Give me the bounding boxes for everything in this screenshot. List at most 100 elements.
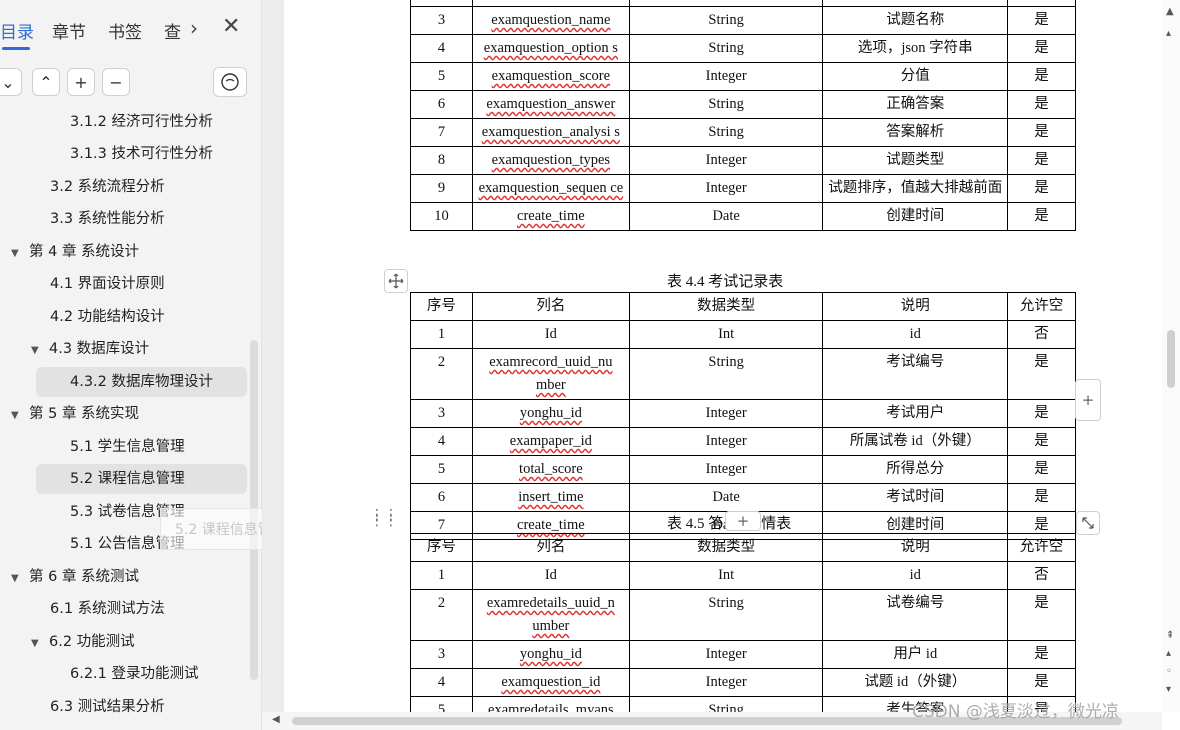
scrollbar-thumb[interactable] — [1167, 330, 1175, 388]
tab-search[interactable]: 查 — [164, 18, 181, 43]
scroll-left-icon[interactable]: ◀ — [272, 714, 280, 725]
toc-item-label: 3.1.2 经济可行性分析 — [70, 114, 214, 130]
minus-icon: − — [109, 72, 123, 92]
page-margin — [262, 0, 284, 712]
sidebar-tabs: 目录 章节 书签 查 › ✕ — [0, 8, 261, 50]
scroll-up-icon[interactable]: ▲ — [1166, 6, 1174, 17]
toc-item-label: 6.2.1 登录功能测试 — [70, 666, 199, 682]
toc-item[interactable]: 3.1.2 经济可行性分析 — [70, 107, 213, 137]
toc-item[interactable]: 6.3 测试结果分析 — [50, 692, 165, 722]
table-row: 3 yonghu_id Integer 用户 id 是 — [410, 640, 1076, 669]
toc-item-label: 第 4 章 系统设计 — [29, 244, 140, 260]
table-caption: 表 4.4 考试记录表 — [667, 274, 784, 290]
expand-arrow-icon[interactable]: ▼ — [11, 564, 29, 594]
toc-item-label: 6.2 功能测试 — [49, 634, 135, 650]
plus-icon: + — [1081, 391, 1095, 409]
document-view: 3 examquestion_name String 试题名称是 4 examquest… — [262, 0, 1180, 712]
table-header-row: 序号 列名 数据类型 说明 允许空 — [410, 533, 1076, 562]
watermark-text: CSDN @浅夏淡过，微光凉 — [912, 702, 1119, 722]
collapse-all-button[interactable]: ⌄ — [0, 68, 22, 96]
toc-item[interactable]: 3.1.3 技术可行性分析 — [70, 139, 213, 169]
toc-item[interactable]: ▼ 4.3 数据库设计 — [31, 334, 149, 364]
face-icon — [221, 73, 239, 91]
vertical-scrollbar[interactable]: ▲ ▴ ⇞ ▴ ◦ ▾ — [1162, 0, 1180, 712]
toc-settings-button[interactable] — [213, 67, 247, 97]
table-row: 2 examrecord_uuid_nu mber String 考试编号是 — [410, 348, 1076, 400]
toc-item[interactable]: 6.2.1 登录功能测试 — [70, 659, 199, 689]
toc-item[interactable]: ▼ 第 4 章 系统设计 — [11, 237, 139, 267]
expand-arrow-icon[interactable]: ▼ — [11, 401, 29, 431]
page-next-icon[interactable]: ▾ — [1166, 684, 1171, 695]
table-move-handle[interactable] — [384, 269, 408, 293]
table-row: 5 examquestion_score Integer 分值是 — [410, 62, 1076, 91]
toc-item-label: 5.2 课程信息管理 — [70, 471, 185, 487]
toc-item-label: 3.3 系统性能分析 — [50, 211, 165, 227]
toc-sidebar: 目录 章节 书签 查 › ✕ ⌄ ⌃ + − 3.1.2 经济可行性分析 3.1… — [0, 0, 262, 730]
table-row: 3 yonghu_id Integer 考试用户是 — [410, 399, 1076, 428]
table-row: 7 examquestion_analysi s String 答案解析是 — [410, 118, 1076, 147]
toc-item[interactable]: ▼ 第 5 章 系统实现 — [11, 399, 139, 429]
toc-item-label: 3.2 系统流程分析 — [50, 179, 165, 195]
table-row: 6 examquestion_answer String 正确答案是 — [410, 90, 1076, 119]
toc-item-label: 5.1 学生信息管理 — [70, 439, 185, 455]
table-resize-handle[interactable] — [1076, 511, 1100, 535]
tab-toc[interactable]: 目录 — [0, 18, 34, 43]
plus-icon: + — [736, 512, 750, 530]
add-column-button[interactable]: + — [1075, 379, 1101, 421]
toc-item[interactable]: 4.2 功能结构设计 — [50, 302, 165, 332]
table-row: 4 exampaper_id Integer 所属试卷 id（外键）是 — [410, 427, 1076, 456]
tab-bookmarks[interactable]: 书签 — [108, 18, 142, 43]
toc-item[interactable]: 3.3 系统性能分析 — [50, 204, 165, 234]
toc-item-label: 4.3 数据库设计 — [49, 341, 150, 357]
toc-item[interactable]: 3.2 系统流程分析 — [50, 172, 165, 202]
toc-item-label: 4.1 界面设计原则 — [50, 276, 165, 292]
table-header-row: 序号 列名 数据类型 说明 允许空 — [410, 292, 1076, 321]
add-row-button[interactable]: + — [725, 511, 761, 531]
add-entry-button[interactable]: + — [67, 68, 95, 96]
page-up-icon[interactable]: ▴ — [1166, 28, 1171, 39]
page-current-icon[interactable]: ◦ — [1166, 666, 1172, 677]
table-exam-details: 序号 列名 数据类型 说明 允许空 1 Id Int id 否 2 examredetails_u… — [410, 533, 1076, 712]
table-row: 5 total_score Integer 所得总分是 — [410, 455, 1076, 484]
toc-item[interactable]: 4.1 界面设计原则 — [50, 269, 165, 299]
plus-icon: + — [74, 72, 88, 92]
toc-item-label: 6.1 系统测试方法 — [50, 601, 165, 617]
tab-chapters[interactable]: 章节 — [52, 18, 86, 43]
table-row: 1 Id Int id 否 — [410, 320, 1076, 349]
drag-handle-icon[interactable]: ⋮⋮ ⋮⋮ — [370, 508, 398, 528]
table-caption-left: 表 4.5 答 — [667, 516, 724, 532]
toc-item-label: 3.1.3 技术可行性分析 — [70, 146, 214, 162]
toc-item-label: 4.3.2 数据库物理设计 — [70, 374, 214, 390]
toc-item-hover[interactable]: 5.2 课程信息管理 — [36, 464, 247, 494]
remove-entry-button[interactable]: − — [102, 68, 130, 96]
toc-item[interactable]: ▼ 第 6 章 系统测试 — [11, 562, 139, 592]
expand-arrow-icon[interactable]: ▼ — [31, 336, 49, 366]
table-row: 2 examredetails_uuid_n umber String 试卷编号是 — [410, 589, 1076, 641]
chevron-up-icon: ⌃ — [39, 72, 53, 92]
chevron-right-icon[interactable]: › — [190, 16, 198, 40]
close-icon[interactable]: ✕ — [222, 14, 240, 39]
page-up-double-icon[interactable]: ⇞ — [1166, 630, 1174, 641]
table-row: 3 examquestion_name String 试题名称是 — [410, 6, 1076, 35]
toc-item-label: 第 6 章 系统测试 — [29, 569, 140, 585]
table-exam-question: 3 examquestion_name String 试题名称是 4 examquest… — [410, 0, 1076, 231]
expand-arrow-icon[interactable]: ▼ — [11, 239, 29, 269]
table-exam-record: 序号 列名 数据类型 说明 允许空 1 Id Int id 否 2 examrecord_uuid… — [410, 292, 1076, 540]
table-row: 8 examquestion_types Integer 试题类型是 — [410, 146, 1076, 175]
expand-icon — [1082, 517, 1094, 529]
table-row: 6 insert_time Date 考试时间是 — [410, 483, 1076, 512]
toc-item[interactable]: ▼ 6.2 功能测试 — [31, 627, 135, 657]
expand-up-button[interactable]: ⌃ — [32, 68, 60, 96]
active-tab-indicator — [2, 47, 30, 50]
toc-item-label: 4.2 功能结构设计 — [50, 309, 165, 325]
table-row: 4 examquestion_option s String 选项，json 字符串是 — [410, 34, 1076, 63]
table-row: 9 examquestion_sequen ce Integer 试题排序，值越大排越… — [410, 174, 1076, 203]
toc-item[interactable]: 5.1 学生信息管理 — [70, 432, 185, 462]
table-row: 10 create_time Date 创建时间是 — [410, 202, 1076, 231]
toc-item-label: 第 5 章 系统实现 — [29, 406, 140, 422]
toc-item-active[interactable]: 4.3.2 数据库物理设计 — [36, 367, 247, 397]
page-prev-icon[interactable]: ▴ — [1166, 648, 1171, 659]
table-caption-right: 情表 — [761, 516, 792, 532]
expand-arrow-icon[interactable]: ▼ — [31, 629, 49, 659]
toc-item[interactable]: 6.1 系统测试方法 — [50, 594, 165, 624]
